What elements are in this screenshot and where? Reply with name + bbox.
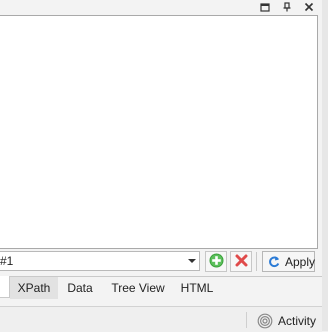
- activity-button[interactable]: Activity: [257, 313, 316, 329]
- apply-button[interactable]: Apply: [262, 251, 315, 272]
- tab-label: Data: [67, 281, 93, 295]
- status-separator: [246, 312, 247, 328]
- tab-xpath[interactable]: XPath: [10, 277, 58, 299]
- apply-label: Apply: [285, 254, 316, 269]
- query-value: #1: [0, 254, 14, 268]
- plus-circle-icon: [209, 253, 224, 271]
- refresh-icon: [268, 255, 280, 268]
- close-icon[interactable]: [302, 1, 315, 13]
- maximize-icon[interactable]: [258, 1, 271, 13]
- tab-tree-view[interactable]: Tree View: [104, 277, 172, 299]
- tab-partial[interactable]: [0, 276, 10, 298]
- tab-html[interactable]: HTML: [175, 277, 219, 299]
- tab-data[interactable]: Data: [58, 277, 102, 299]
- tab-label: XPath: [17, 281, 51, 295]
- pin-icon[interactable]: [280, 1, 293, 13]
- toolbar-separator: [256, 252, 257, 271]
- window-edge: [322, 0, 328, 331]
- tab-label: Tree View: [111, 281, 165, 295]
- add-button[interactable]: [205, 251, 227, 272]
- query-combobox[interactable]: #1: [0, 251, 200, 271]
- delete-x-icon: [235, 254, 248, 270]
- tab-strip: XPath Data Tree View HTML: [0, 276, 322, 299]
- chevron-down-icon[interactable]: [188, 259, 196, 263]
- panel-title-bar: [0, 0, 328, 15]
- remove-button[interactable]: [230, 251, 252, 272]
- activity-icon: [257, 313, 273, 329]
- tab-label: HTML: [180, 281, 214, 295]
- activity-label: Activity: [278, 314, 317, 328]
- content-panel[interactable]: [0, 15, 318, 249]
